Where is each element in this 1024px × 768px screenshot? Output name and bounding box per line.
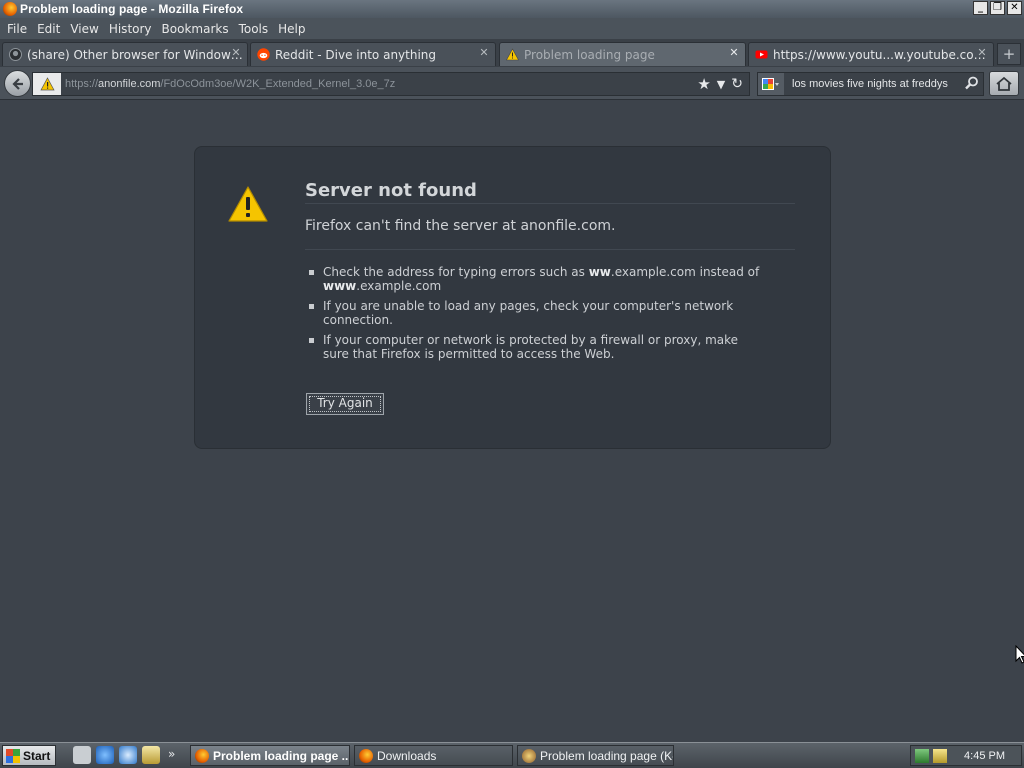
warning-icon: [506, 48, 519, 61]
google-search-engine-icon[interactable]: [758, 73, 784, 95]
taskbar-item-downloads[interactable]: Downloads: [354, 745, 513, 766]
back-button[interactable]: [4, 70, 31, 97]
error-title: Server not found: [305, 180, 477, 201]
browser-app-icon: [522, 748, 536, 763]
taskbar-item-firefox-active[interactable]: Problem loading page ...: [190, 745, 350, 766]
tab-problem-loading[interactable]: Problem loading page ✕: [499, 42, 746, 66]
url-text[interactable]: https://anonfile.com/FdOcOdm3oe/W2K_Exte…: [65, 78, 395, 90]
tab-strip: (share) Other browser for Windows XP / .…: [0, 39, 1024, 67]
try-again-button[interactable]: Try Again: [306, 393, 384, 415]
history-dropdown-icon[interactable]: ▼: [717, 78, 725, 91]
suggestion-item: If your computer or network is protected…: [307, 333, 767, 361]
close-button[interactable]: ✕: [1007, 1, 1022, 15]
windows-logo-icon: [6, 748, 20, 763]
menu-file[interactable]: File: [2, 22, 32, 36]
menu-edit[interactable]: Edit: [32, 22, 65, 36]
clock[interactable]: 4:45 PM: [964, 750, 1005, 762]
divider: [305, 249, 795, 250]
quick-launch-more-icon[interactable]: »: [168, 747, 175, 761]
suggestion-list: Check the address for typing errors such…: [307, 265, 767, 367]
menu-bookmarks[interactable]: Bookmarks: [157, 22, 234, 36]
mouse-cursor-icon: [1015, 644, 1024, 668]
security-tray-icon[interactable]: [933, 749, 947, 763]
youtube-icon: [755, 48, 768, 61]
error-subtitle: Firefox can't find the server at anonfil…: [305, 218, 616, 234]
suggestion-item: If you are unable to load any pages, che…: [307, 299, 767, 327]
url-bar-icons: ★ ▼ ↻: [697, 75, 743, 93]
new-tab-button[interactable]: +: [997, 43, 1021, 65]
tab-github[interactable]: (share) Other browser for Windows XP / .…: [2, 42, 248, 66]
site-identity-warning-icon[interactable]: [33, 73, 61, 95]
menu-history[interactable]: History: [104, 22, 157, 36]
firefox-icon: [3, 2, 17, 16]
minimize-button[interactable]: _: [973, 1, 988, 15]
suggestion-text: .example.com: [356, 279, 442, 293]
menu-bar: File Edit View History Bookmarks Tools H…: [0, 18, 1024, 39]
close-tab-icon[interactable]: ✕: [478, 47, 490, 59]
url-host: anonfile.com: [98, 78, 161, 90]
window-title: Problem loading page - Mozilla Firefox: [20, 2, 244, 16]
window-title-bar[interactable]: Problem loading page - Mozilla Firefox _…: [0, 0, 1024, 18]
menu-help[interactable]: Help: [273, 22, 310, 36]
tab-label: https://www.youtu...w.youtube.com%2F: [773, 47, 993, 62]
suggestion-text: .example.com instead of: [610, 265, 760, 279]
url-path: /FdOcOdm3oe/W2K_Extended_Kernel_3.0e_7z: [160, 78, 396, 90]
restore-button[interactable]: ❐: [990, 1, 1005, 15]
tab-youtube[interactable]: https://www.youtu...w.youtube.com%2F ✕: [748, 42, 994, 66]
divider: [305, 203, 795, 204]
close-tab-icon[interactable]: ✕: [230, 47, 242, 59]
warning-icon: [227, 185, 269, 226]
suggestion-item: Check the address for typing errors such…: [307, 265, 767, 293]
github-icon: [9, 48, 22, 61]
taskbar: Start » Problem loading page ... Downloa…: [0, 742, 1024, 768]
start-label: Start: [23, 748, 51, 763]
task-label: Problem loading page ...: [213, 748, 350, 763]
close-tab-icon[interactable]: ✕: [976, 47, 988, 59]
menu-tools[interactable]: Tools: [234, 22, 274, 36]
firefox-icon: [359, 748, 373, 763]
outlook-express-icon[interactable]: [119, 746, 137, 764]
task-label: Downloads: [377, 748, 437, 763]
internet-explorer-icon[interactable]: [96, 746, 114, 764]
show-desktop-icon[interactable]: [73, 746, 91, 764]
navigation-bar: https://anonfile.com/FdOcOdm3oe/W2K_Exte…: [0, 67, 1024, 100]
firefox-icon: [195, 748, 209, 763]
close-tab-icon[interactable]: ✕: [728, 47, 740, 59]
home-button[interactable]: [989, 71, 1019, 96]
search-bar[interactable]: los movies five nights at freddys: [757, 72, 984, 96]
suggestion-text: Check the address for typing errors such…: [323, 265, 589, 279]
home-icon: [996, 76, 1012, 91]
suggestion-bold: ww: [588, 265, 611, 279]
system-tray: 4:45 PM: [910, 745, 1022, 766]
windows-explorer-icon[interactable]: [142, 746, 160, 764]
suggestion-bold: www: [323, 279, 357, 293]
reddit-icon: [257, 48, 270, 61]
error-panel: Server not found Firefox can't find the …: [194, 146, 831, 449]
url-bar[interactable]: https://anonfile.com/FdOcOdm3oe/W2K_Exte…: [32, 72, 750, 96]
back-arrow-icon: [11, 78, 23, 90]
taskbar-item-problem-loading[interactable]: Problem loading page (K-...: [517, 745, 674, 766]
task-label: Problem loading page (K-...: [540, 748, 674, 763]
tab-label: (share) Other browser for Windows XP / .…: [27, 47, 247, 62]
start-button[interactable]: Start: [2, 745, 56, 766]
tab-label: Problem loading page: [524, 47, 655, 62]
network-tray-icon[interactable]: [915, 749, 929, 763]
menu-view[interactable]: View: [65, 22, 103, 36]
reload-icon[interactable]: ↻: [731, 76, 743, 92]
bookmark-star-icon[interactable]: ★: [697, 75, 710, 93]
tab-label: Reddit - Dive into anything: [275, 47, 437, 62]
tab-reddit[interactable]: Reddit - Dive into anything ✕: [250, 42, 496, 66]
search-input[interactable]: los movies five nights at freddys: [784, 78, 961, 90]
url-scheme: https://: [65, 78, 99, 90]
window-controls: _ ❐ ✕: [973, 1, 1022, 15]
magnifier-icon[interactable]: [961, 76, 983, 93]
